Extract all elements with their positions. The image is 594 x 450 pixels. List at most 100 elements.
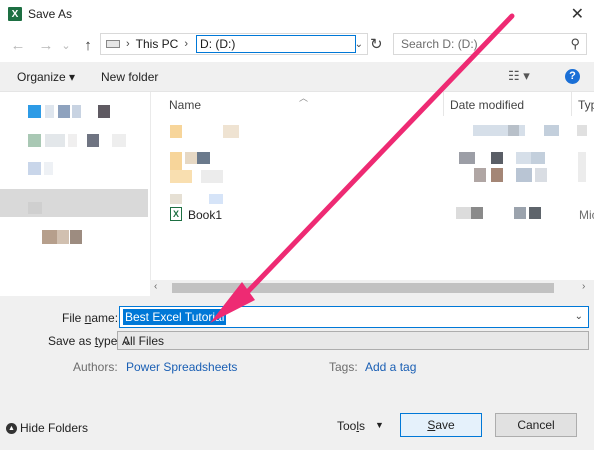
drive-icon xyxy=(106,40,120,48)
column-header-type[interactable]: Typ xyxy=(578,98,594,112)
save-as-type-label: Save as type: xyxy=(48,334,121,348)
column-divider[interactable] xyxy=(443,92,444,116)
blurred-text xyxy=(471,207,483,219)
authors-label: Authors: xyxy=(73,360,118,374)
search-placeholder: Search D: (D:) xyxy=(401,37,478,51)
blurred-text xyxy=(474,168,486,182)
blurred-text xyxy=(197,152,210,164)
new-folder-button[interactable]: New folder xyxy=(101,70,158,84)
dropdown-triangle-icon: ▼ xyxy=(375,420,384,430)
file-name-book1[interactable]: Book1 xyxy=(188,208,222,222)
blurred-text xyxy=(514,207,526,219)
column-divider[interactable] xyxy=(571,92,572,116)
blurred-text xyxy=(170,170,192,183)
chevron-down-icon[interactable]: ⌄ xyxy=(355,39,363,50)
file-list[interactable]: ︿ Name Date modified Typ X Book1 Mic xyxy=(150,92,594,280)
blurred-text xyxy=(456,207,471,219)
scroll-right-icon[interactable]: › xyxy=(582,281,585,292)
blurred-text xyxy=(529,207,541,219)
back-arrow-icon[interactable]: ← xyxy=(8,37,28,54)
excel-file-icon: X xyxy=(170,207,182,221)
cancel-button[interactable]: Cancel xyxy=(495,413,577,437)
recent-locations-icon[interactable]: ⌄ xyxy=(56,39,76,52)
sort-up-icon: ︿ xyxy=(299,93,309,103)
horizontal-scrollbar[interactable]: ‹ › xyxy=(150,280,594,296)
blurred-text xyxy=(201,170,223,183)
blurred-text xyxy=(170,194,182,204)
address-bar[interactable]: › This PC › D: (D:) ⌄ xyxy=(100,33,368,55)
blurred-icon xyxy=(57,230,69,244)
file-name-input[interactable]: Best Excel Tutorial ⌄ xyxy=(119,306,589,328)
blurred-text xyxy=(491,168,503,182)
blurred-icon xyxy=(28,134,41,147)
blurred-text xyxy=(223,125,239,138)
blurred-text xyxy=(535,168,547,182)
title-bar: X Save As ✕ xyxy=(0,0,594,28)
hide-folders-button[interactable]: ▲ Hide Folders xyxy=(6,421,88,435)
tools-button[interactable]: Tools ▼ xyxy=(337,419,384,433)
blurred-icon xyxy=(58,105,70,118)
view-options-icon[interactable]: ☷ ▾ xyxy=(508,68,530,84)
blurred-icon xyxy=(28,162,41,175)
authors-value[interactable]: Power Spreadsheets xyxy=(126,360,237,374)
blurred-text xyxy=(531,152,545,164)
close-icon[interactable]: ✕ xyxy=(571,4,584,24)
up-arrow-icon[interactable]: ↑ xyxy=(78,37,98,54)
nav-selected-item[interactable] xyxy=(0,189,148,217)
blurred-text xyxy=(508,125,519,136)
blurred-folder-icon xyxy=(170,152,182,170)
command-bar: Organize ▾ New folder ☷ ▾ ? xyxy=(0,62,594,92)
breadcrumb-separator-icon: › xyxy=(184,38,189,50)
breadcrumb-separator-icon: › xyxy=(126,38,130,50)
blurred-icon xyxy=(98,105,110,118)
chevron-up-icon: ▲ xyxy=(6,422,17,434)
blurred-folder-icon xyxy=(170,125,182,138)
blurred-text xyxy=(459,152,475,164)
forward-arrow-icon[interactable]: → xyxy=(36,37,56,54)
save-button[interactable]: Save xyxy=(400,413,482,437)
blurred-text xyxy=(544,125,559,136)
blurred-icon xyxy=(112,134,126,147)
chevron-down-icon[interactable]: ⌄ xyxy=(575,311,583,322)
blurred-icon xyxy=(68,134,77,147)
blurred-icon xyxy=(28,202,42,214)
tags-value[interactable]: Add a tag xyxy=(365,360,416,374)
scrollbar-thumb[interactable] xyxy=(172,283,554,293)
file-name-label: File name: xyxy=(62,311,119,325)
search-input[interactable]: Search D: (D:) ⚲ xyxy=(393,33,587,55)
blurred-text xyxy=(185,152,197,164)
blurred-icon xyxy=(44,162,53,175)
save-as-type-select[interactable]: All Files ⌄ xyxy=(117,331,589,350)
blurred-icon xyxy=(45,105,54,118)
navigation-pane[interactable] xyxy=(0,92,150,296)
blurred-text xyxy=(578,152,586,182)
save-form: File name: Best Excel Tutorial ⌄ Save as… xyxy=(0,296,594,450)
scroll-left-icon[interactable]: ‹ xyxy=(154,281,157,292)
excel-icon: X xyxy=(8,7,22,21)
column-header-date-modified[interactable]: Date modified xyxy=(450,98,524,112)
organize-button[interactable]: Organize ▾ xyxy=(17,70,75,84)
column-header-name[interactable]: Name xyxy=(169,98,201,112)
blurred-icon xyxy=(72,105,81,118)
help-icon[interactable]: ? xyxy=(565,69,580,84)
blurred-text xyxy=(577,125,587,136)
blurred-text xyxy=(516,152,532,164)
breadcrumb-current[interactable]: D: (D:) xyxy=(196,35,357,53)
blurred-text xyxy=(516,168,532,182)
chevron-down-icon[interactable]: ⌄ xyxy=(122,334,583,348)
tags-label: Tags: xyxy=(329,360,358,374)
file-name-value: Best Excel Tutorial xyxy=(123,309,227,325)
blurred-icon xyxy=(28,105,41,118)
refresh-icon[interactable]: ↻ xyxy=(370,35,383,53)
search-icon: ⚲ xyxy=(570,36,580,51)
window-title: Save As xyxy=(28,7,73,21)
blurred-icon xyxy=(42,230,57,244)
blurred-text xyxy=(209,194,223,204)
hide-folders-label: Hide Folders xyxy=(20,421,89,435)
blurred-icon xyxy=(70,230,82,244)
breadcrumb-this-pc[interactable]: This PC xyxy=(136,37,179,51)
blurred-text xyxy=(491,152,503,164)
file-type-partial: Mic xyxy=(579,208,594,222)
blurred-icon xyxy=(87,134,99,147)
address-row: ← → ⌄ ↑ › This PC › D: (D:) ⌄ ↻ Search D… xyxy=(0,30,594,60)
